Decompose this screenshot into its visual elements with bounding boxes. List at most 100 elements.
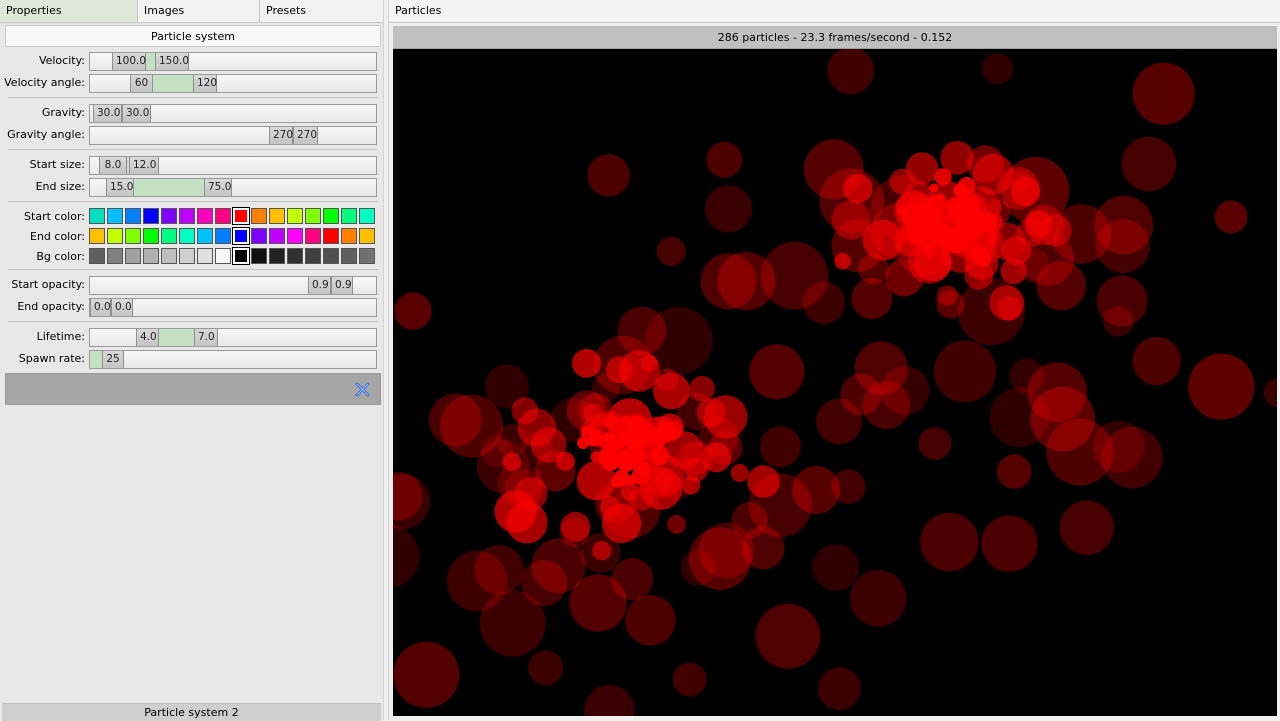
bg-color-swatch[interactable] bbox=[269, 248, 285, 264]
tab-images[interactable]: Images bbox=[138, 0, 260, 22]
lifetime-range-slider[interactable]: 4.0 7.0 bbox=[89, 328, 377, 347]
start-color-swatch[interactable] bbox=[107, 208, 123, 224]
start-color-swatch[interactable] bbox=[287, 208, 303, 224]
particle bbox=[1101, 426, 1163, 489]
lifetime-max-handle[interactable]: 7.0 bbox=[194, 329, 218, 346]
particle bbox=[628, 427, 649, 448]
bg-color-row: Bg color: bbox=[0, 247, 383, 267]
gravity-angle-max-handle[interactable]: 270 bbox=[293, 127, 318, 144]
end-color-swatch[interactable] bbox=[215, 228, 231, 244]
velocity-angle-max-handle[interactable]: 120 bbox=[193, 75, 217, 92]
end-size-max-handle[interactable]: 75.0 bbox=[204, 179, 232, 196]
start-opacity-max-handle[interactable]: 0.9 bbox=[331, 277, 353, 294]
particle bbox=[981, 515, 1038, 572]
start-color-swatch[interactable] bbox=[143, 208, 159, 224]
start-color-swatch[interactable] bbox=[197, 208, 213, 224]
start-opacity-range-slider[interactable]: 0.9 0.9 bbox=[89, 276, 377, 295]
end-opacity-range-slider[interactable]: 0.0 0.0 bbox=[89, 298, 377, 317]
start-opacity-min-handle[interactable]: 0.9 bbox=[308, 277, 331, 294]
close-x-icon[interactable] bbox=[354, 381, 371, 398]
bg-color-swatch[interactable] bbox=[179, 248, 195, 264]
end-size-range-slider[interactable]: 15.0 75.0 bbox=[89, 178, 377, 197]
bg-color-swatch[interactable] bbox=[359, 248, 375, 264]
bg-color-swatch[interactable] bbox=[161, 248, 177, 264]
start-size-min-handle[interactable]: 8.0 bbox=[99, 157, 127, 174]
bg-color-swatch[interactable] bbox=[215, 248, 231, 264]
gravity-row: Gravity: 30.0 30.0 bbox=[0, 103, 383, 123]
tab-properties[interactable]: Properties bbox=[0, 0, 138, 22]
end-size-min-handle[interactable]: 15.0 bbox=[106, 179, 134, 196]
end-color-swatch[interactable] bbox=[107, 228, 123, 244]
end-color-swatch[interactable] bbox=[341, 228, 357, 244]
lifetime-min-handle[interactable]: 4.0 bbox=[136, 329, 159, 346]
end-opacity-max-handle[interactable]: 0.0 bbox=[111, 299, 133, 316]
end-color-swatch[interactable] bbox=[287, 228, 303, 244]
start-color-swatch[interactable] bbox=[89, 208, 105, 224]
gravity-angle-range-slider[interactable]: 270 270 bbox=[89, 126, 377, 145]
particle bbox=[530, 427, 567, 463]
tab-particles[interactable]: Particles bbox=[389, 0, 441, 22]
bg-color-swatch[interactable] bbox=[89, 248, 105, 264]
end-color-swatch[interactable] bbox=[89, 228, 105, 244]
velocity-max-handle[interactable]: 150.0 bbox=[155, 53, 189, 70]
gravity-angle-min-handle[interactable]: 270 bbox=[269, 127, 293, 144]
start-color-swatch[interactable] bbox=[179, 208, 195, 224]
gravity-min-handle[interactable]: 30.0 bbox=[93, 105, 122, 122]
end-color-swatch[interactable] bbox=[143, 228, 159, 244]
start-color-swatch[interactable] bbox=[125, 208, 141, 224]
end-color-label: End color: bbox=[30, 230, 85, 243]
bg-color-swatch[interactable] bbox=[341, 248, 357, 264]
particle bbox=[528, 650, 564, 686]
bg-color-swatch[interactable] bbox=[107, 248, 123, 264]
end-color-swatch[interactable] bbox=[251, 228, 267, 244]
start-color-swatch[interactable] bbox=[232, 207, 250, 225]
start-color-swatch[interactable] bbox=[161, 208, 177, 224]
velocity-range-slider[interactable]: 100.0 150.0 bbox=[89, 52, 377, 71]
velocity-label: Velocity: bbox=[38, 54, 85, 67]
velocity-angle-range-slider[interactable]: 60 120 bbox=[89, 74, 377, 93]
spawn-rate-handle[interactable]: 25 bbox=[102, 351, 124, 368]
tab-presets[interactable]: Presets bbox=[260, 0, 383, 22]
start-color-swatch[interactable] bbox=[215, 208, 231, 224]
end-color-swatch[interactable] bbox=[269, 228, 285, 244]
spawn-rate-slider[interactable]: 25 bbox=[89, 350, 377, 369]
end-color-swatch[interactable] bbox=[161, 228, 177, 244]
end-color-swatch[interactable] bbox=[197, 228, 213, 244]
particle-canvas[interactable] bbox=[393, 49, 1277, 716]
velocity-min-handle[interactable]: 100.0 bbox=[112, 53, 146, 70]
end-color-swatch[interactable] bbox=[359, 228, 375, 244]
start-color-swatch[interactable] bbox=[323, 208, 339, 224]
end-color-swatch[interactable] bbox=[305, 228, 321, 244]
particle bbox=[930, 226, 948, 244]
bg-color-swatch[interactable] bbox=[197, 248, 213, 264]
start-color-swatch[interactable] bbox=[251, 208, 267, 224]
end-color-swatch[interactable] bbox=[323, 228, 339, 244]
end-size-label: End size: bbox=[35, 180, 85, 193]
start-color-swatch[interactable] bbox=[341, 208, 357, 224]
bg-color-swatch[interactable] bbox=[143, 248, 159, 264]
bg-color-swatch[interactable] bbox=[232, 247, 250, 265]
start-color-swatch[interactable] bbox=[269, 208, 285, 224]
bg-color-swatch[interactable] bbox=[251, 248, 267, 264]
end-color-swatch[interactable] bbox=[232, 227, 250, 245]
bg-color-swatch[interactable] bbox=[323, 248, 339, 264]
particle-system-header[interactable]: Particle system bbox=[5, 25, 381, 47]
particle bbox=[834, 252, 851, 270]
particle-system-2-header[interactable]: Particle system 2 bbox=[2, 703, 381, 721]
bg-color-swatch[interactable] bbox=[287, 248, 303, 264]
particle bbox=[566, 390, 607, 431]
start-color-swatch[interactable] bbox=[305, 208, 321, 224]
velocity-angle-min-handle[interactable]: 60 bbox=[130, 75, 153, 92]
particle bbox=[1059, 500, 1115, 555]
end-opacity-min-handle[interactable]: 0.0 bbox=[90, 299, 111, 316]
gravity-max-handle[interactable]: 30.0 bbox=[122, 105, 151, 122]
bg-color-swatch[interactable] bbox=[125, 248, 141, 264]
end-color-swatch[interactable] bbox=[125, 228, 141, 244]
bg-color-swatch[interactable] bbox=[305, 248, 321, 264]
start-size-range-slider[interactable]: 8.0 12.0 bbox=[89, 156, 377, 175]
particle bbox=[617, 450, 630, 462]
start-color-swatch[interactable] bbox=[359, 208, 375, 224]
start-size-max-handle[interactable]: 12.0 bbox=[129, 157, 159, 174]
gravity-range-slider[interactable]: 30.0 30.0 bbox=[89, 104, 377, 123]
end-color-swatch[interactable] bbox=[179, 228, 195, 244]
